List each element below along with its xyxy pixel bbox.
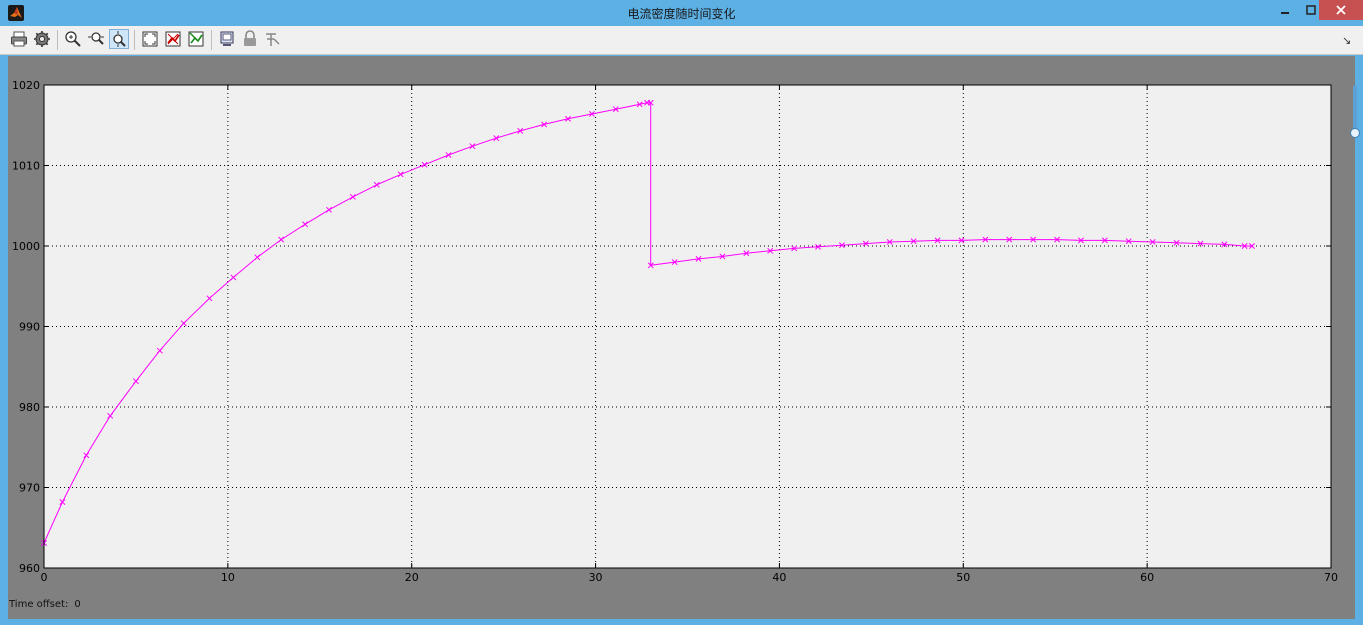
x-tick-label: 60 <box>1140 571 1154 584</box>
y-tick-label: 1000 <box>12 240 40 253</box>
y-tick-label: 1010 <box>12 160 40 173</box>
y-tick-label: 1020 <box>12 79 40 92</box>
time-offset-label: Time offset: <box>9 599 69 610</box>
plot-area <box>44 85 1331 568</box>
x-tick-label: 0 <box>41 571 48 584</box>
y-tick-label: 960 <box>19 562 40 575</box>
y-tick-label: 970 <box>19 482 40 495</box>
x-tick-label: 50 <box>956 571 970 584</box>
scope-plot[interactable]: 0 10 20 30 40 50 60 70960970980990100010101020 <box>0 0 1363 625</box>
x-tick-label: 40 <box>772 571 786 584</box>
x-tick-label: 30 <box>589 571 603 584</box>
y-tick-label: 980 <box>19 401 40 414</box>
time-offset-value: 0 <box>74 599 81 610</box>
time-offset-status: Time offset: 0 <box>9 599 81 610</box>
x-tick-label: 70 <box>1324 571 1338 584</box>
y-tick-label: 990 <box>19 321 40 334</box>
x-tick-label: 10 <box>221 571 235 584</box>
zoom-slider-handle[interactable] <box>1350 128 1360 138</box>
scope-window: 电流密度随时间变化 ↘ 0 10 20 30 40 50 60 70 960 9… <box>0 0 1363 625</box>
x-tick-label: 20 <box>405 571 419 584</box>
